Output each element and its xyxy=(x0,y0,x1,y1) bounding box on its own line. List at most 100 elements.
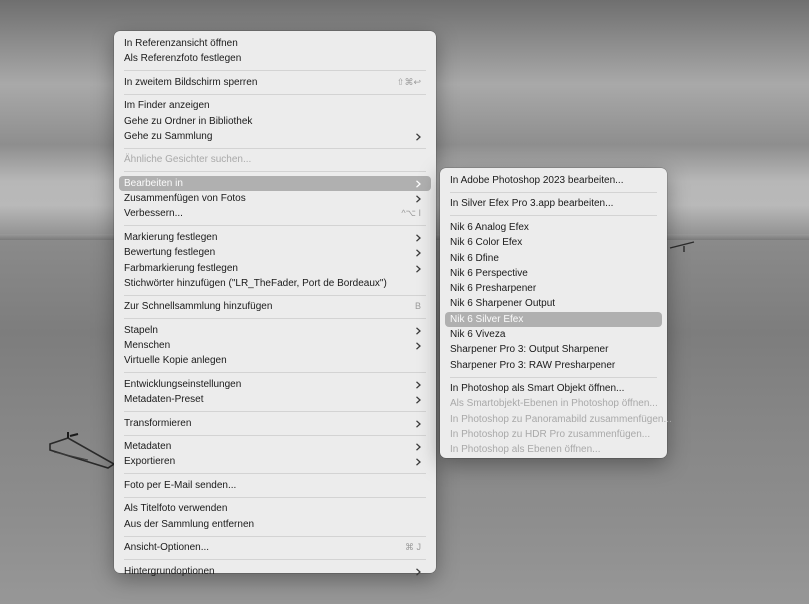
menu-item-im-finder-anzeigen[interactable]: Im Finder anzeigen xyxy=(119,98,431,113)
menu-separator xyxy=(124,496,426,498)
chevron-right-icon xyxy=(416,567,421,576)
shortcut-hint: ^⌥ I xyxy=(401,208,421,219)
chevron-right-icon xyxy=(416,249,421,257)
shortcut-hint: ⌘ J xyxy=(404,542,421,553)
menu-item-label: Ansicht-Optionen... xyxy=(124,542,210,554)
menu-item-label: In Adobe Photoshop 2023 bearbeiten... xyxy=(450,175,624,186)
menu-separator xyxy=(124,372,426,374)
menu-item-label: Aus der Sammlung entfernen xyxy=(124,518,255,530)
menu-item-stapeln[interactable]: Stapeln xyxy=(119,323,431,338)
menu-separator xyxy=(124,535,426,537)
menu-item-als-titelfoto-verwenden[interactable]: Als Titelfoto verwenden xyxy=(119,501,431,516)
menu-item-in-referenzansicht-oeffnen[interactable]: In Referenzansicht öffnen xyxy=(119,36,431,51)
menu-item-label: Metadaten xyxy=(124,441,172,453)
menu-item-nik-6-color-efex[interactable]: Nik 6 Color Efex xyxy=(445,235,662,250)
menu-item-nik-6-dfine[interactable]: Nik 6 Dfine xyxy=(445,251,662,266)
menu-item-nik-6-presharpener[interactable]: Nik 6 Presharpener xyxy=(445,281,662,296)
menu-item-label: Als Referenzfoto festlegen xyxy=(124,53,242,65)
edit-in-submenu: In Adobe Photoshop 2023 bearbeiten... In … xyxy=(440,168,672,458)
menu-separator xyxy=(450,191,657,193)
menu-item-bewertung-festlegen[interactable]: Bewertung festlegen xyxy=(119,245,431,260)
menu-item-virtuelle-kopie-anlegen[interactable]: Virtuelle Kopie anlegen xyxy=(119,353,431,368)
menu-item-metadaten-preset[interactable]: Metadaten-Preset xyxy=(119,392,431,407)
boat-silhouette xyxy=(49,432,116,469)
menu-item-label: Stapeln xyxy=(124,324,158,336)
menu-separator xyxy=(124,473,426,475)
menu-item-label: In Photoshop als Ebenen öffnen... xyxy=(450,444,601,456)
chevron-right-icon xyxy=(416,264,421,273)
menu-item-label: Exportieren xyxy=(124,456,176,468)
menu-item-gehe-zu-ordner-in-bibliothek[interactable]: Gehe zu Ordner in Bibliothek xyxy=(119,114,431,129)
chevron-right-icon xyxy=(416,458,421,467)
menu-item-hintergrundoptionen[interactable]: Hintergrundoptionen xyxy=(119,564,431,579)
menu-separator xyxy=(124,147,426,149)
menu-item-als-referenzfoto-festlegen[interactable]: Als Referenzfoto festlegen xyxy=(119,51,431,66)
menu-item-verbessern[interactable]: Verbessern... ^⌥ I xyxy=(119,206,431,221)
menu-item-in-adobe-photoshop-2023-bearbeiten[interactable]: In Adobe Photoshop 2023 bearbeiten... xyxy=(445,173,662,188)
menu-item-label: Gehe zu Sammlung xyxy=(124,130,213,142)
menu-separator xyxy=(124,171,426,173)
chevron-right-icon xyxy=(416,381,421,389)
menu-item-in-silver-efex-pro-3-app-bearbeiten[interactable]: In Silver Efex Pro 3.app bearbeiten... xyxy=(445,196,662,211)
chevron-right-icon xyxy=(416,342,421,350)
menu-item-zusammenfuegen-von-fotos[interactable]: Zusammenfügen von Fotos xyxy=(119,191,431,206)
chevron-right-icon xyxy=(416,180,421,188)
menu-item-label: Sharpener Pro 3: Output Sharpener xyxy=(450,344,609,356)
menu-item-nik-6-viveza[interactable]: Nik 6 Viveza xyxy=(445,327,662,342)
menu-item-label: Verbessern... xyxy=(124,208,183,220)
menu-item-label: In zweitem Bildschirm sperren xyxy=(124,76,258,88)
menu-item-label: Metadaten-Preset xyxy=(124,394,204,406)
menu-item-stichwoerter-hinzufuegen-lr-thefader-por[interactable]: Stichwörter hinzufügen ("LR_TheFader, Po… xyxy=(119,276,431,291)
menu-item-aehnliche-gesichter-suchen: Ähnliche Gesichter suchen... xyxy=(119,152,431,167)
menu-item-label: Nik 6 Analog Efex xyxy=(450,221,529,233)
menu-item-nik-6-analog-efex[interactable]: Nik 6 Analog Efex xyxy=(445,220,662,235)
menu-item-in-photoshop-als-smart-objekt-oeffnen[interactable]: In Photoshop als Smart Objekt öffnen... xyxy=(445,381,662,396)
menu-item-zur-schnellsammlung-hinzufuegen[interactable]: Zur Schnellsammlung hinzufügen B xyxy=(119,299,431,314)
menu-separator xyxy=(124,294,426,296)
menu-separator xyxy=(124,434,426,436)
menu-separator xyxy=(124,93,426,95)
menu-item-label: Nik 6 Dfine xyxy=(450,252,499,264)
menu-item-label: Zur Schnellsammlung hinzufügen xyxy=(124,301,273,313)
menu-item-label: Stichwörter hinzufügen ("LR_TheFader, Po… xyxy=(124,277,387,289)
menu-item-sharpener-pro-3-raw-presharpener[interactable]: Sharpener Pro 3: RAW Presharpener xyxy=(445,358,662,373)
menu-item-label: Zusammenfügen von Fotos xyxy=(124,193,246,205)
menu-item-menschen[interactable]: Menschen xyxy=(119,338,431,353)
menu-item-farbmarkierung-festlegen[interactable]: Farbmarkierung festlegen xyxy=(119,261,431,276)
menu-item-ansicht-optionen[interactable]: Ansicht-Optionen... ⌘ J xyxy=(119,540,431,555)
menu-item-label: Markierung festlegen xyxy=(124,231,218,243)
menu-item-transformieren[interactable]: Transformieren xyxy=(119,416,431,431)
menu-item-markierung-festlegen[interactable]: Markierung festlegen xyxy=(119,230,431,245)
shortcut-hint: ⇧⌘↩ xyxy=(396,76,421,87)
menu-item-label: Hintergrundoptionen xyxy=(124,565,215,577)
menu-item-label: Nik 6 Presharpener xyxy=(450,283,537,295)
menu-separator xyxy=(124,411,426,413)
chevron-right-icon xyxy=(416,327,421,335)
menu-item-aus-der-sammlung-entfernen[interactable]: Aus der Sammlung entfernen xyxy=(119,517,431,532)
menu-item-sharpener-pro-3-output-sharpener[interactable]: Sharpener Pro 3: Output Sharpener xyxy=(445,342,662,357)
menu-item-label: Transformieren xyxy=(124,417,192,429)
menu-item-bearbeiten-in[interactable]: Bearbeiten in xyxy=(119,175,431,192)
menu-item-in-photoshop-zu-hdr-pro-zusammenfuegen: In Photoshop zu HDR Pro zusammenfügen... xyxy=(445,427,662,442)
menu-item-entwicklungseinstellungen[interactable]: Entwicklungseinstellungen xyxy=(119,377,431,392)
menu-item-label: Als Titelfoto verwenden xyxy=(124,503,228,515)
menu-item-label: Nik 6 Viveza xyxy=(450,329,506,341)
menu-item-nik-6-silver-efex[interactable]: Nik 6 Silver Efex xyxy=(445,311,662,328)
menu-item-metadaten[interactable]: Metadaten xyxy=(119,439,431,454)
menu-item-label: Nik 6 Color Efex xyxy=(450,237,523,249)
menu-item-nik-6-sharpener-output[interactable]: Nik 6 Sharpener Output xyxy=(445,296,662,311)
menu-item-foto-per-e-mail-senden[interactable]: Foto per E-Mail senden... xyxy=(119,478,431,493)
menu-item-gehe-zu-sammlung[interactable]: Gehe zu Sammlung xyxy=(119,129,431,144)
menu-separator xyxy=(124,225,426,227)
menu-item-label: Entwicklungseinstellungen xyxy=(124,378,242,390)
chevron-right-icon xyxy=(416,234,421,242)
menu-item-label: In Photoshop zu Panoramabild zusammenfüg… xyxy=(450,413,672,425)
menu-separator xyxy=(124,70,426,72)
menu-item-nik-6-perspective[interactable]: Nik 6 Perspective xyxy=(445,266,662,281)
menu-item-in-zweitem-bildschirm-sperren[interactable]: In zweitem Bildschirm sperren ⇧⌘↩ xyxy=(119,75,431,90)
menu-item-in-photoshop-zu-panoramabild-zusammenfue: In Photoshop zu Panoramabild zusammenfüg… xyxy=(445,412,672,427)
menu-separator xyxy=(450,215,657,217)
chevron-right-icon xyxy=(416,419,421,428)
menu-item-exportieren[interactable]: Exportieren xyxy=(119,454,431,469)
menu-item-label: Ähnliche Gesichter suchen... xyxy=(124,154,252,166)
